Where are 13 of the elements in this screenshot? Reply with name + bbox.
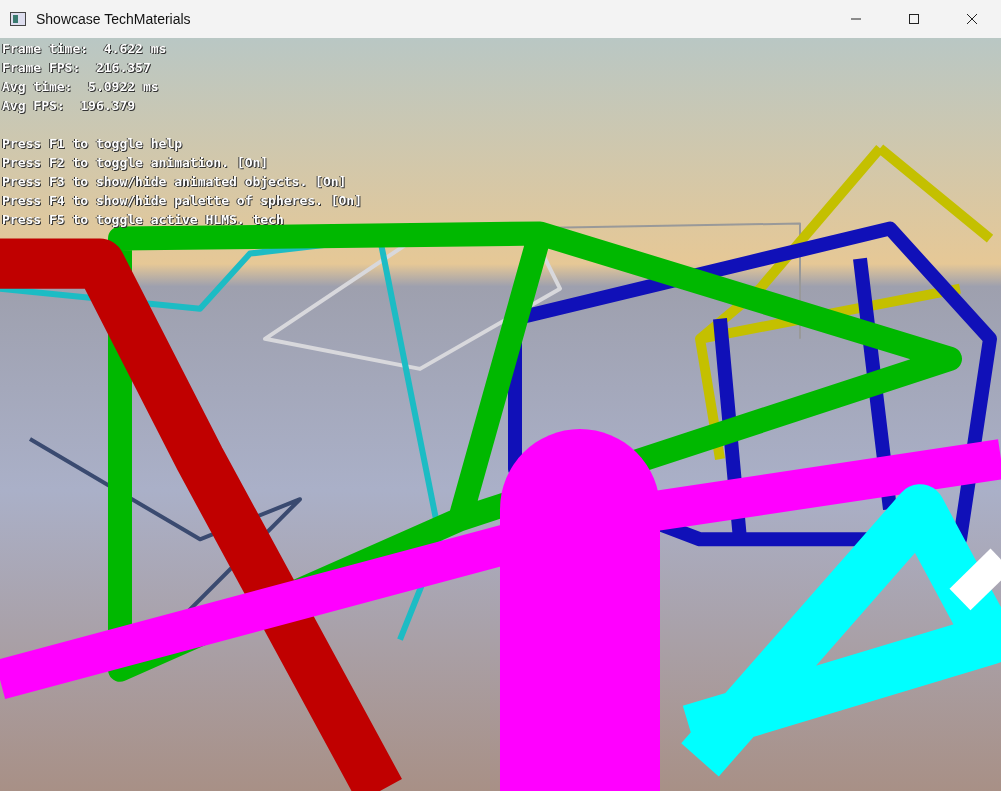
stats-line: Frame time: 4.622 ms — [2, 40, 167, 58]
stats-line: Avg FPS: 196.379 — [2, 97, 136, 115]
help-line: Press F2 to toggle animation. [On] — [2, 154, 269, 172]
stats-line: Frame FPS: 216.357 — [2, 59, 151, 77]
window-title: Showcase TechMaterials — [36, 11, 192, 27]
app-icon — [10, 12, 26, 26]
help-line: Press F4 to show/hide palette of spheres. [On] — [2, 192, 363, 210]
help-line: Press F1 to toggle help — [2, 135, 182, 153]
maximize-icon — [908, 13, 920, 25]
stats-line: Avg time: 5.0922 ms — [2, 78, 159, 96]
help-line: Press F3 to show/hide animated objects. [On] — [2, 173, 347, 191]
help-line: Press F5 to toggle active HLMS. tech — [2, 211, 284, 229]
close-icon — [966, 13, 978, 25]
